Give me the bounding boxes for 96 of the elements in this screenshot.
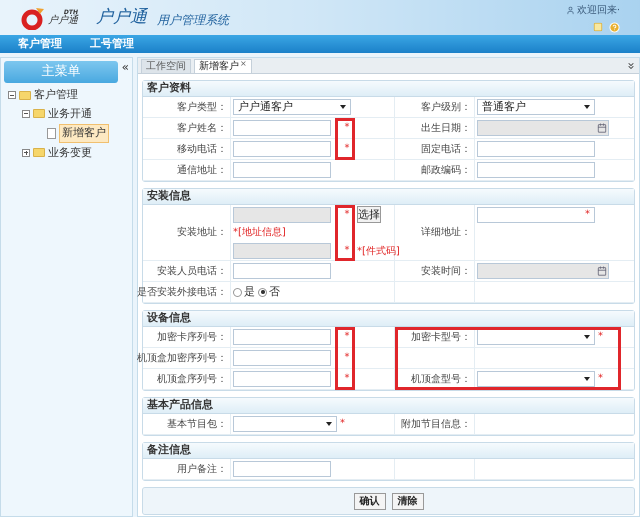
required-mark: * [344,332,350,342]
address-hint: *[地址信息] [233,226,287,240]
dropdown-arrow-icon [584,105,590,109]
required-mark: * [340,419,345,429]
dropdown-arrow-icon [340,105,346,109]
section-title: 备注信息 [147,442,191,458]
field-label: 机顶盒序列号： [157,372,227,386]
section-title: 基本产品信息 [147,397,213,414]
chevrons-down-icon[interactable] [626,61,636,71]
required-mark: * [344,123,350,133]
dropdown-arrow-icon [584,377,590,381]
main-menu-title: 主菜单 [41,63,80,82]
required-mark: * [598,374,603,384]
logo-brand: 户户通 [48,16,78,26]
dropdown-arrow-icon [326,422,332,426]
input-field[interactable] [233,141,331,157]
field-label: 机顶盒型号： [411,372,471,386]
input-field[interactable] [233,461,331,477]
form-button[interactable]: 确认 [354,492,386,510]
input-field[interactable]: * [477,207,595,223]
app-title: 户户通 [96,6,147,29]
user-icon [566,6,575,14]
app-subtitle: 用户管理系统 [157,12,229,28]
help-icon[interactable] [609,22,620,32]
field-label: 加密卡序列号： [157,330,227,344]
tab[interactable]: 新增客户× [194,59,252,73]
tree-item[interactable]: 客户管理 [34,87,78,104]
tab[interactable]: 工作空间 [141,59,191,73]
field-label: 通信地址： [177,164,227,178]
dropdown[interactable]: 户户通客户 [233,99,351,115]
form-button[interactable]: 清除 [392,492,424,510]
collapse-toggle-icon[interactable] [8,91,16,100]
dropdown[interactable] [477,329,595,345]
tree-item[interactable]: 业务开通 [48,106,92,122]
required-mark: * [344,210,350,220]
input-field[interactable] [477,141,595,157]
folder-icon [33,148,45,158]
calendar-icon[interactable] [597,123,607,133]
radio-label: 是 [244,284,255,300]
date-field[interactable] [477,120,609,136]
document-icon [47,128,56,139]
close-tab-button[interactable]: × [240,60,247,68]
required-mark: * [344,144,350,154]
required-mark: * [585,210,590,220]
field-label: 移动电话： [177,142,227,156]
field-label: 机顶盒加密序列号： [137,352,227,366]
field-label: 固定电话： [421,142,471,156]
dropdown-arrow-icon [584,335,590,339]
radio-button[interactable] [258,288,267,296]
radio-label: 否 [269,284,280,300]
radio-button[interactable] [233,288,242,296]
input-field[interactable] [233,120,331,136]
input-field[interactable] [233,350,331,366]
field-label: 出生日期： [421,122,471,136]
required-mark: * [598,332,603,342]
tree-item[interactable]: 新增客户 [59,124,109,142]
calendar-icon[interactable] [597,266,607,276]
input-field[interactable] [233,162,331,178]
welcome-text: 欢迎回来· [576,4,620,18]
section-title: 客户资料 [147,80,191,96]
field-label: 客户类型： [177,100,227,114]
field-label: 客户姓名： [177,122,227,136]
field-label: 加密卡型号： [411,330,471,344]
square-icon[interactable] [593,22,603,32]
select-button[interactable]: 选择 [357,206,381,223]
dropdown[interactable]: 普通客户 [477,99,595,115]
code-hint: *[件式码] [357,244,397,258]
input-field[interactable] [477,162,595,178]
section-title: 安装信息 [147,188,191,204]
input-field[interactable] [233,263,331,279]
collapse-sidebar-button[interactable]: « [122,61,129,73]
folder-icon [19,90,31,100]
logo-icon [20,6,46,30]
input-field[interactable] [233,243,331,259]
field-label: 基本节目包： [167,418,227,432]
expand-toggle-icon[interactable] [22,148,30,157]
field-label: 是否安装外接电话： [137,286,227,300]
required-mark: * [344,374,350,384]
section-title: 设备信息 [147,310,191,326]
field-label: 用户备注： [177,462,227,476]
date-field[interactable] [477,263,609,279]
tree-item[interactable]: 业务变更 [48,144,92,161]
field-label: 客户级别： [421,100,471,114]
input-field[interactable] [233,329,331,345]
collapse-toggle-icon[interactable] [22,110,30,118]
input-field[interactable] [233,206,331,222]
field-label: 安装地址： [177,226,227,240]
required-mark: * [344,353,350,363]
field-label: 安装时间： [421,264,471,278]
input-field[interactable] [233,371,331,387]
field-label: 安装人员电话： [157,264,227,278]
field-label: 邮政编码： [421,164,471,178]
folder-icon [33,109,45,118]
field-label: 附加节目信息： [401,418,471,432]
required-mark: * [344,246,350,256]
field-label: 详细地址： [421,226,471,240]
